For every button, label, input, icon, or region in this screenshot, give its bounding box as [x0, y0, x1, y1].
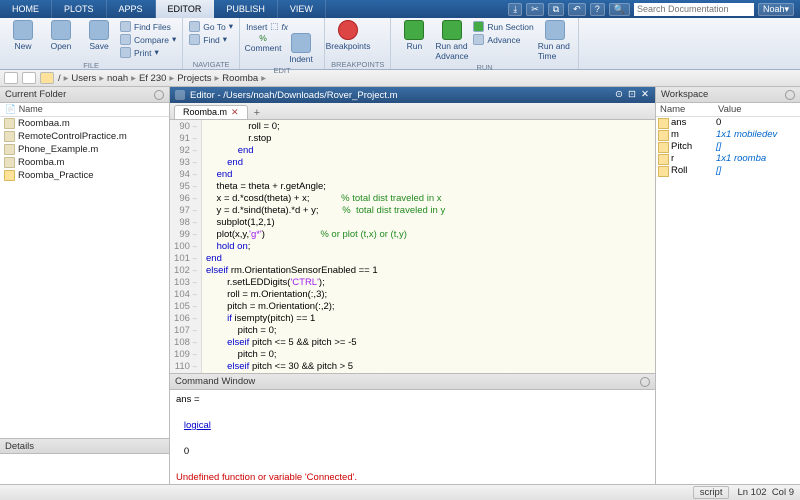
workspace-row[interactable]: r1x1 roomba	[656, 153, 800, 165]
path-bar: / ▸ Users ▸ noah ▸ Ef 230 ▸ Projects ▸ R…	[0, 70, 800, 87]
breadcrumb[interactable]: / ▸ Users ▸ noah ▸ Ef 230 ▸ Projects ▸ R…	[58, 73, 266, 84]
name-col-header[interactable]: 📄 Name	[0, 103, 169, 117]
copy-icon[interactable]: ⧉	[548, 3, 564, 16]
close-tab-icon[interactable]: ✕	[231, 107, 239, 117]
status-bar: script Ln 102 Col 9	[0, 484, 800, 500]
editor-tabs: Roomba.m✕ +	[170, 103, 655, 120]
editor-body[interactable]: 90 –91 –92 –93 –94 –95 –96 –97 –98 –99 –…	[170, 120, 655, 374]
search-input[interactable]	[634, 3, 754, 16]
file-icon	[4, 144, 15, 155]
add-tab-button[interactable]: +	[249, 107, 265, 119]
editor-icon	[175, 90, 185, 100]
new-button[interactable]: New	[6, 20, 40, 51]
group-label-run: RUN	[397, 61, 571, 72]
comment-button[interactable]: %Comment	[246, 33, 280, 53]
file-row[interactable]: RemoteControlPractice.m	[0, 130, 169, 143]
workspace-title: Workspace	[661, 89, 708, 100]
editor-titlebar: Editor - /Users/noah/Downloads/Rover_Pro…	[170, 87, 655, 103]
indent-button[interactable]: Indent	[284, 33, 318, 64]
workspace-row[interactable]: Pitch[]	[656, 141, 800, 153]
run-section-button[interactable]: Run Section	[473, 20, 533, 33]
insert-button[interactable]: Insert ⬚ fx	[246, 20, 288, 33]
forward-button[interactable]	[22, 72, 36, 84]
editor-title: Editor - /Users/noah/Downloads/Rover_Pro…	[190, 90, 398, 101]
tab-view[interactable]: VIEW	[278, 0, 326, 18]
main-tabs: HOME PLOTS APPS EDITOR PUBLISH VIEW ⤓ ✂ …	[0, 0, 800, 18]
run-advance-button[interactable]: Run and Advance	[435, 20, 469, 61]
save-button[interactable]: Save	[82, 20, 116, 51]
advance-button[interactable]: Advance	[473, 33, 533, 46]
ws-col-name[interactable]: Name	[656, 103, 714, 116]
file-icon	[4, 157, 15, 168]
file-row[interactable]: Roomba_Practice	[0, 169, 169, 182]
save-icon[interactable]: ⤓	[508, 3, 522, 16]
file-icon	[4, 118, 15, 129]
status-line: Ln 102	[737, 487, 766, 498]
gear-icon[interactable]	[785, 90, 795, 100]
var-icon	[658, 154, 669, 165]
run-button[interactable]: Run	[397, 20, 431, 51]
var-icon	[658, 166, 669, 177]
goto-button[interactable]: Go To ▾	[189, 20, 233, 33]
file-row[interactable]: Roomba.m	[0, 156, 169, 169]
status-col: Col 9	[772, 487, 794, 498]
file-tab[interactable]: Roomba.m✕	[174, 105, 248, 119]
var-icon	[658, 142, 669, 153]
var-icon	[658, 130, 669, 141]
tab-plots[interactable]: PLOTS	[52, 0, 107, 18]
breakpoints-button[interactable]: Breakpoints	[331, 20, 365, 51]
command-window[interactable]: ans = logical 0 Undefined function or va…	[170, 390, 655, 484]
gear-icon[interactable]	[154, 90, 164, 100]
cut-icon[interactable]: ✂	[526, 3, 544, 16]
folder-icon[interactable]	[40, 72, 54, 84]
group-label-file: FILE	[6, 59, 176, 70]
ws-col-value[interactable]: Value	[714, 103, 746, 116]
search-icon: 🔍	[609, 3, 630, 16]
var-icon	[658, 118, 669, 129]
minimize-icon[interactable]: ⊙	[614, 90, 624, 100]
workspace-row[interactable]: m1x1 mobiledev	[656, 129, 800, 141]
tab-publish[interactable]: PUBLISH	[214, 0, 278, 18]
open-button[interactable]: Open	[44, 20, 78, 51]
file-row[interactable]: Roombaa.m	[0, 117, 169, 130]
workspace-row[interactable]: Roll[]	[656, 165, 800, 177]
tab-home[interactable]: HOME	[0, 0, 52, 18]
maximize-icon[interactable]: ⊡	[627, 90, 637, 100]
print-button[interactable]: Print ▾	[120, 46, 176, 59]
file-icon	[4, 131, 15, 142]
back-button[interactable]	[4, 72, 18, 84]
run-time-button[interactable]: Run and Time	[538, 20, 572, 61]
find-button[interactable]: Find ▾	[189, 33, 233, 46]
tab-apps[interactable]: APPS	[107, 0, 156, 18]
help-icon[interactable]: ?	[590, 3, 605, 16]
tab-editor[interactable]: EDITOR	[156, 0, 215, 18]
find-files-button[interactable]: Find Files	[120, 20, 176, 33]
group-label-nav: NAVIGATE	[189, 58, 233, 69]
folder-icon	[4, 170, 15, 181]
details-title[interactable]: Details	[5, 441, 34, 452]
command-window-title: Command Window	[175, 376, 255, 387]
ribbon: New Open Save Find Files Compare ▾ Print…	[0, 18, 800, 70]
status-mode: script	[693, 486, 730, 499]
workspace-row[interactable]: ans0	[656, 117, 800, 129]
file-row[interactable]: Phone_Example.m	[0, 143, 169, 156]
gear-icon[interactable]	[640, 377, 650, 387]
close-icon[interactable]: ✕	[640, 90, 650, 100]
compare-button[interactable]: Compare ▾	[120, 33, 176, 46]
quick-access-tray: ⤓ ✂ ⧉ ↶ ? 🔍 Noah ▾	[502, 0, 800, 18]
current-folder-panel: Current Folder 📄 Name Roombaa.mRemoteCon…	[0, 87, 170, 484]
undo-icon[interactable]: ↶	[568, 3, 586, 16]
workspace-panel: Workspace NameValue ans0m1x1 mobiledevPi…	[655, 87, 800, 484]
user-menu[interactable]: Noah ▾	[758, 3, 794, 16]
group-label-bp: BREAKPOINTS	[331, 58, 384, 69]
current-folder-title: Current Folder	[5, 89, 66, 100]
